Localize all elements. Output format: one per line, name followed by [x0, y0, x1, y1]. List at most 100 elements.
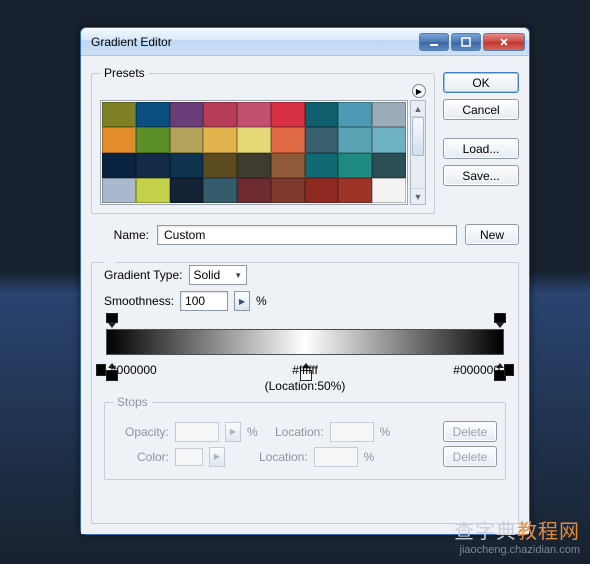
preset-swatch[interactable] — [237, 178, 271, 203]
opacity-unit: % — [247, 425, 258, 439]
preset-swatch[interactable] — [237, 153, 271, 178]
preset-swatch[interactable] — [372, 127, 406, 152]
preset-swatch[interactable] — [338, 178, 372, 203]
scroll-down-icon[interactable]: ▼ — [411, 188, 425, 204]
ok-button[interactable]: OK — [443, 72, 519, 93]
preset-swatch[interactable] — [271, 102, 305, 127]
opacity-stops — [106, 313, 504, 325]
window-title: Gradient Editor — [91, 35, 419, 49]
preset-swatch[interactable] — [271, 153, 305, 178]
presets-swatch-grid[interactable] — [100, 100, 408, 205]
new-button[interactable]: New — [465, 224, 519, 245]
right-buttons: OK Cancel Load... Save... — [443, 66, 519, 214]
close-button[interactable] — [483, 33, 525, 51]
maximize-button[interactable] — [451, 33, 481, 51]
preset-swatch[interactable] — [305, 127, 339, 152]
preset-swatch[interactable] — [271, 178, 305, 203]
smoothness-unit: % — [256, 294, 267, 308]
preset-swatch[interactable] — [338, 127, 372, 152]
hex-left: #000000 — [110, 363, 157, 377]
presets-fieldset: Presets ▶ ▲ ▼ — [91, 66, 435, 214]
gradient-type-select[interactable]: Solid ▼ — [189, 265, 248, 285]
preset-swatch[interactable] — [305, 178, 339, 203]
color-location-label: Location: — [248, 450, 308, 464]
watermark-cn-prefix: 查字典 — [454, 521, 517, 543]
name-row: Name: New — [91, 220, 519, 249]
preset-swatch[interactable] — [372, 102, 406, 127]
gradient-type-label: Gradient Type: — [104, 268, 183, 282]
opacity-delete-button: Delete — [443, 421, 497, 442]
preset-swatch[interactable] — [136, 153, 170, 178]
opacity-stop-left[interactable] — [106, 313, 116, 325]
smoothness-input[interactable] — [180, 291, 228, 311]
location-note: (Location:50%) — [265, 379, 346, 395]
preset-swatch[interactable] — [136, 127, 170, 152]
opacity-stop-right[interactable] — [494, 313, 504, 325]
preset-swatch[interactable] — [102, 153, 136, 178]
ink-icon — [96, 364, 106, 376]
scroll-thumb[interactable] — [412, 117, 424, 156]
preset-swatch[interactable] — [372, 153, 406, 178]
color-well — [175, 448, 203, 466]
preset-swatch[interactable] — [305, 153, 339, 178]
preset-swatch[interactable] — [203, 102, 237, 127]
preset-swatch[interactable] — [338, 153, 372, 178]
preset-swatch[interactable] — [338, 102, 372, 127]
titlebar[interactable]: Gradient Editor — [81, 28, 529, 56]
presets-flyout-icon[interactable]: ▶ — [412, 84, 426, 98]
presets-legend: Presets — [100, 66, 149, 80]
preset-swatch[interactable] — [203, 127, 237, 152]
preset-swatch[interactable] — [102, 102, 136, 127]
gradient-editor-window: Gradient Editor Presets ▶ — [80, 27, 530, 535]
preset-swatch[interactable] — [102, 178, 136, 203]
stops-fieldset: Stops Opacity: ▶ % Location: % Delete Co… — [104, 395, 506, 480]
preset-swatch[interactable] — [237, 127, 271, 152]
preset-swatch[interactable] — [203, 153, 237, 178]
preset-swatch[interactable] — [170, 153, 204, 178]
gradient-type-value: Solid — [194, 268, 221, 282]
preset-swatch[interactable] — [136, 178, 170, 203]
preset-swatch[interactable] — [237, 102, 271, 127]
preset-swatch[interactable] — [372, 178, 406, 203]
opacity-location-label: Location: — [264, 425, 324, 439]
watermark-url: jiaocheng.chazidian.com — [454, 544, 580, 556]
preset-swatch[interactable] — [170, 178, 204, 203]
gradient-bar[interactable] — [106, 329, 504, 355]
client-area: Presets ▶ ▲ ▼ OK Cancel — [81, 56, 529, 534]
preset-swatch[interactable] — [305, 102, 339, 127]
preset-swatch[interactable] — [102, 127, 136, 152]
presets-scrollbar[interactable]: ▲ ▼ — [410, 100, 426, 205]
color-location-field — [314, 447, 358, 467]
ink-icon — [504, 364, 514, 376]
preset-swatch[interactable] — [170, 127, 204, 152]
scroll-track[interactable] — [411, 117, 425, 188]
preset-swatch[interactable] — [170, 102, 204, 127]
name-label: Name: — [91, 228, 149, 242]
preset-swatch[interactable] — [203, 178, 237, 203]
smoothness-label: Smoothness: — [104, 294, 174, 308]
minimize-button[interactable] — [419, 33, 449, 51]
hex-annotation-row: #000000 #ffffff (Location:50%) #000000 — [96, 363, 514, 394]
hex-right: #000000 — [453, 363, 500, 377]
color-delete-button: Delete — [443, 446, 497, 467]
gradient-preview-area: #000000 #ffffff (Location:50%) #000000 — [106, 325, 504, 395]
opacity-field — [175, 422, 219, 442]
load-button[interactable]: Load... — [443, 138, 519, 159]
color-label: Color: — [113, 450, 169, 464]
watermark: 查字典教程网 jiaocheng.chazidian.com — [454, 515, 580, 556]
scroll-up-icon[interactable]: ▲ — [411, 101, 425, 117]
color-location-unit: % — [364, 450, 375, 464]
cancel-button[interactable]: Cancel — [443, 99, 519, 120]
preset-swatch[interactable] — [136, 102, 170, 127]
opacity-label: Opacity: — [113, 425, 169, 439]
preset-swatch[interactable] — [271, 127, 305, 152]
smoothness-flyout-icon[interactable]: ▶ — [234, 291, 250, 311]
opacity-location-field — [330, 422, 374, 442]
save-button[interactable]: Save... — [443, 165, 519, 186]
chevron-down-icon: ▼ — [234, 271, 242, 280]
watermark-cn-suffix: 教程网 — [517, 521, 580, 543]
name-input[interactable] — [157, 225, 457, 245]
window-controls — [419, 33, 525, 51]
opacity-location-unit: % — [380, 425, 391, 439]
opacity-flyout-icon: ▶ — [225, 422, 241, 442]
